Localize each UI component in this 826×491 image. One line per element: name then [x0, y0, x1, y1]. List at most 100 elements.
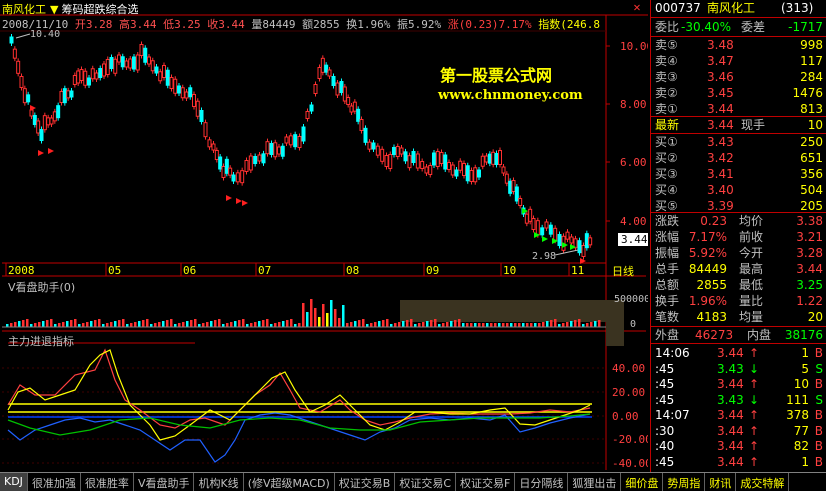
candle	[309, 104, 314, 112]
candle	[447, 162, 451, 170]
tick-row: :30 3.44 ↑ 77 B	[651, 423, 826, 439]
candle	[415, 153, 420, 169]
volume-panel-title: V看盘助手(0)	[8, 281, 76, 294]
volume-bar	[462, 323, 465, 327]
stock-name[interactable]: 南风化工	[2, 3, 46, 16]
stat-row: 涨幅 7.17% 前收 3.21	[651, 229, 826, 245]
candle	[46, 117, 51, 126]
quote-volume: 量84449	[251, 18, 296, 31]
candle	[173, 78, 178, 94]
tab-4[interactable]: 机构K线	[194, 473, 244, 491]
candle	[39, 129, 44, 141]
tab-9[interactable]: 日分隔线	[515, 473, 569, 491]
close-icon[interactable]: ✕	[630, 0, 644, 14]
signal-arrow-icon	[48, 148, 54, 154]
tick-time: 14:06	[655, 346, 690, 360]
tick-time: :45	[655, 361, 675, 376]
candle	[544, 221, 549, 229]
candle	[162, 65, 166, 78]
tab-13[interactable]: 财讯	[705, 473, 737, 491]
tab-8[interactable]: 权证交易F	[456, 473, 516, 491]
candle	[203, 122, 208, 138]
arrow-up-icon: ↑	[749, 377, 760, 391]
sells-volume: 117	[800, 54, 823, 68]
volume-bar	[34, 323, 37, 327]
volume-bar	[506, 323, 509, 327]
x-axis-label: 07	[258, 264, 271, 277]
candle	[195, 100, 200, 117]
indicator-name[interactable]: 筹码超跌综合选	[61, 3, 138, 16]
candle	[117, 54, 121, 63]
candle	[584, 233, 589, 249]
candle	[177, 85, 181, 94]
tab-5[interactable]: (修V超级MACD)	[244, 473, 335, 491]
neipan-value: 38176	[784, 328, 823, 342]
candle	[450, 164, 455, 176]
volume-bar	[374, 322, 377, 327]
candle	[12, 48, 17, 59]
candle	[135, 54, 140, 71]
candle	[375, 145, 380, 156]
candle	[367, 141, 372, 150]
candle	[244, 160, 249, 172]
volume-bar	[142, 320, 145, 327]
tab-12[interactable]: 势周指	[663, 473, 706, 491]
sells-volume: 1476	[792, 86, 823, 100]
candle	[557, 234, 562, 246]
candle	[120, 56, 125, 68]
stat-value: 4183	[696, 310, 727, 324]
candle	[192, 94, 196, 107]
volume-bar	[454, 320, 457, 327]
sells-price: 3.44	[707, 102, 734, 116]
volume-bar	[154, 323, 157, 327]
candle	[403, 151, 408, 162]
candle	[87, 77, 91, 86]
tick-volume: 111	[786, 392, 809, 407]
tab-0[interactable]: KDJ	[0, 473, 28, 491]
candle	[248, 155, 253, 171]
tab-14[interactable]: 成交特解	[736, 473, 790, 491]
chevron-down-icon[interactable]: ▼	[50, 3, 58, 16]
volume-bar	[562, 323, 565, 327]
tab-10[interactable]: 狐狸出击	[568, 473, 622, 491]
volume-bar	[314, 308, 317, 327]
arrow-up-icon: ↑	[749, 408, 760, 422]
volume-bar	[66, 321, 69, 327]
stat-value: 0.23	[700, 214, 727, 228]
candle	[26, 94, 31, 103]
quote-low: 低3.25	[163, 18, 201, 31]
candle	[288, 135, 293, 146]
candle	[36, 120, 41, 134]
volume-bar	[534, 323, 537, 327]
x-axis-label: 05	[108, 264, 121, 277]
tick-time: :30	[655, 423, 675, 438]
volume-bar	[422, 322, 425, 327]
quote-amplitude: 振5.92%	[396, 18, 442, 31]
arrow-up-icon: ↑	[749, 439, 760, 453]
tab-1[interactable]: 很准加强	[28, 473, 81, 491]
candle	[214, 150, 219, 160]
tab-2[interactable]: 很准胜率	[81, 473, 134, 491]
volume-bar	[430, 320, 433, 327]
tab-11[interactable]: 细价盘	[621, 473, 664, 491]
stat-value: 3.25	[796, 278, 823, 292]
volume-bar	[574, 320, 577, 327]
volume-bar	[402, 321, 405, 327]
candle	[313, 84, 318, 94]
tick-side: B	[814, 377, 823, 391]
stat-row: 涨跌 0.23 均价 3.38	[651, 213, 826, 229]
volume-bar	[334, 309, 337, 327]
tab-6[interactable]: 权证交易B	[335, 473, 396, 491]
candle	[484, 155, 489, 163]
candle	[465, 165, 470, 182]
tab-7[interactable]: 权证交易C	[395, 473, 457, 491]
tick-price: 3.44	[717, 454, 744, 469]
tick-price: 3.44	[717, 377, 744, 391]
volume-bar	[90, 321, 93, 327]
candle	[469, 170, 474, 182]
candle	[531, 218, 536, 230]
stat-label: 最高	[739, 262, 764, 276]
weibi-row: 委比 -30.40% 委差 -1717	[655, 20, 823, 34]
volume-bar	[550, 320, 553, 327]
tab-3[interactable]: V看盘助手	[134, 473, 195, 491]
